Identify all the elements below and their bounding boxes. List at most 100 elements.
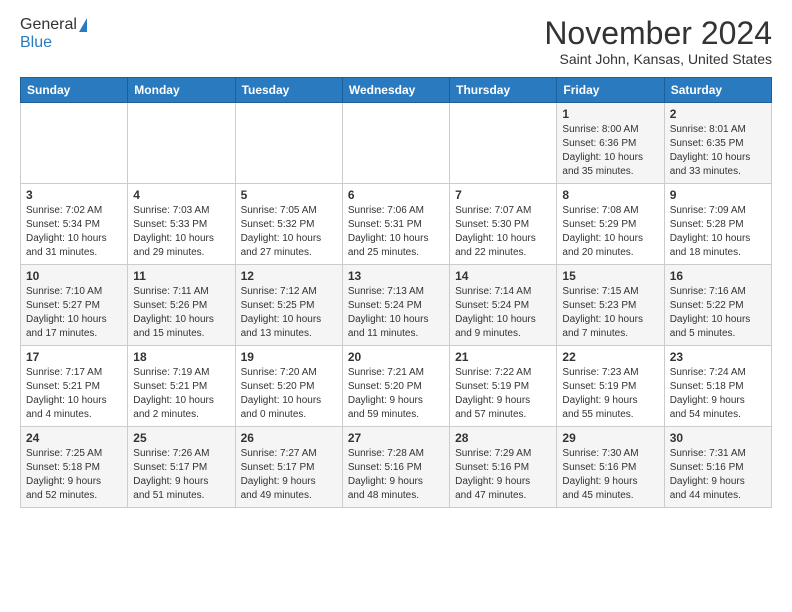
day-number: 5 bbox=[241, 188, 337, 202]
month-title: November 2024 bbox=[544, 16, 772, 51]
day-info: Sunrise: 7:26 AM Sunset: 5:17 PM Dayligh… bbox=[133, 447, 229, 503]
cell-w4-d1: 17 Sunrise: 7:17 AM Sunset: 5:21 PM Dayli… bbox=[21, 346, 128, 427]
day-number: 14 bbox=[455, 269, 551, 283]
cell-w5-d1: 24Sunrise: 7:25 AM Sunset: 5:18 PM Dayli… bbox=[21, 427, 128, 508]
week-row-3: 10 Sunrise: 7:10 AM Sunset: 5:27 PM Dayli… bbox=[21, 265, 772, 346]
header-row: Sunday Monday Tuesday Wednesday Thursday… bbox=[21, 78, 772, 103]
cell-w5-d7: 30 Sunrise: 7:31 AM Sunset: 5:16 PM Dayli… bbox=[664, 427, 771, 508]
day-number: 20 bbox=[348, 350, 444, 364]
day-info: Sunrise: 7:12 AM Sunset: 5:25 PM Dayligh… bbox=[241, 285, 337, 341]
page-container: General Blue November 2024 Saint John, K… bbox=[0, 0, 792, 518]
logo: General Blue bbox=[20, 16, 87, 52]
cell-w2-d2: 4Sunrise: 7:03 AM Sunset: 5:33 PM Daylig… bbox=[128, 184, 235, 265]
day-info: Sunrise: 7:19 AM Sunset: 5:21 PM Dayligh… bbox=[133, 366, 229, 422]
day-number: 25 bbox=[133, 431, 229, 445]
day-number: 2 bbox=[670, 107, 766, 121]
day-info: Sunrise: 7:07 AM Sunset: 5:30 PM Dayligh… bbox=[455, 204, 551, 260]
cell-w2-d3: 5Sunrise: 7:05 AM Sunset: 5:32 PM Daylig… bbox=[235, 184, 342, 265]
day-info: Sunrise: 7:31 AM Sunset: 5:16 PM Dayligh… bbox=[670, 447, 766, 503]
day-info: Sunrise: 7:24 AM Sunset: 5:18 PM Dayligh… bbox=[670, 366, 766, 422]
day-number: 11 bbox=[133, 269, 229, 283]
day-number: 9 bbox=[670, 188, 766, 202]
day-info: Sunrise: 7:29 AM Sunset: 5:16 PM Dayligh… bbox=[455, 447, 551, 503]
day-number: 12 bbox=[241, 269, 337, 283]
day-info: Sunrise: 7:02 AM Sunset: 5:34 PM Dayligh… bbox=[26, 204, 122, 260]
day-info: Sunrise: 7:28 AM Sunset: 5:16 PM Dayligh… bbox=[348, 447, 444, 503]
day-number: 1 bbox=[562, 107, 658, 121]
day-number: 7 bbox=[455, 188, 551, 202]
day-number: 26 bbox=[241, 431, 337, 445]
cell-w2-d6: 8Sunrise: 7:08 AM Sunset: 5:29 PM Daylig… bbox=[557, 184, 664, 265]
col-saturday: Saturday bbox=[664, 78, 771, 103]
col-sunday: Sunday bbox=[21, 78, 128, 103]
col-thursday: Thursday bbox=[450, 78, 557, 103]
day-number: 23 bbox=[670, 350, 766, 364]
day-info: Sunrise: 7:17 AM Sunset: 5:21 PM Dayligh… bbox=[26, 366, 122, 422]
cell-w1-d3 bbox=[235, 103, 342, 184]
cell-w3-d7: 16Sunrise: 7:16 AM Sunset: 5:22 PM Dayli… bbox=[664, 265, 771, 346]
cell-w3-d2: 11 Sunrise: 7:11 AM Sunset: 5:26 PM Dayli… bbox=[128, 265, 235, 346]
cell-w4-d4: 20Sunrise: 7:21 AM Sunset: 5:20 PM Dayli… bbox=[342, 346, 449, 427]
day-number: 21 bbox=[455, 350, 551, 364]
day-info: Sunrise: 7:10 AM Sunset: 5:27 PM Dayligh… bbox=[26, 285, 122, 341]
day-number: 6 bbox=[348, 188, 444, 202]
day-info: Sunrise: 7:13 AM Sunset: 5:24 PM Dayligh… bbox=[348, 285, 444, 341]
week-row-2: 3 Sunrise: 7:02 AM Sunset: 5:34 PM Daylig… bbox=[21, 184, 772, 265]
cell-w1-d6: 1Sunrise: 8:00 AM Sunset: 6:36 PM Daylig… bbox=[557, 103, 664, 184]
cell-w1-d1 bbox=[21, 103, 128, 184]
day-info: Sunrise: 7:27 AM Sunset: 5:17 PM Dayligh… bbox=[241, 447, 337, 503]
day-number: 3 bbox=[26, 188, 122, 202]
day-number: 8 bbox=[562, 188, 658, 202]
col-monday: Monday bbox=[128, 78, 235, 103]
calendar-body: 1Sunrise: 8:00 AM Sunset: 6:36 PM Daylig… bbox=[21, 103, 772, 508]
header: General Blue November 2024 Saint John, K… bbox=[20, 16, 772, 67]
cell-w5-d4: 27Sunrise: 7:28 AM Sunset: 5:16 PM Dayli… bbox=[342, 427, 449, 508]
cell-w1-d2 bbox=[128, 103, 235, 184]
logo-blue-text: Blue bbox=[20, 34, 52, 52]
title-block: November 2024 Saint John, Kansas, United… bbox=[544, 16, 772, 67]
cell-w3-d5: 14Sunrise: 7:14 AM Sunset: 5:24 PM Dayli… bbox=[450, 265, 557, 346]
cell-w3-d4: 13Sunrise: 7:13 AM Sunset: 5:24 PM Dayli… bbox=[342, 265, 449, 346]
cell-w2-d5: 7 Sunrise: 7:07 AM Sunset: 5:30 PM Daylig… bbox=[450, 184, 557, 265]
calendar-table: Sunday Monday Tuesday Wednesday Thursday… bbox=[20, 77, 772, 508]
cell-w2-d7: 9Sunrise: 7:09 AM Sunset: 5:28 PM Daylig… bbox=[664, 184, 771, 265]
cell-w3-d3: 12 Sunrise: 7:12 AM Sunset: 5:25 PM Dayli… bbox=[235, 265, 342, 346]
day-number: 15 bbox=[562, 269, 658, 283]
cell-w3-d6: 15 Sunrise: 7:15 AM Sunset: 5:23 PM Dayli… bbox=[557, 265, 664, 346]
calendar-header: Sunday Monday Tuesday Wednesday Thursday… bbox=[21, 78, 772, 103]
col-tuesday: Tuesday bbox=[235, 78, 342, 103]
cell-w1-d4 bbox=[342, 103, 449, 184]
day-number: 22 bbox=[562, 350, 658, 364]
cell-w3-d1: 10 Sunrise: 7:10 AM Sunset: 5:27 PM Dayli… bbox=[21, 265, 128, 346]
cell-w5-d5: 28 Sunrise: 7:29 AM Sunset: 5:16 PM Dayli… bbox=[450, 427, 557, 508]
cell-w1-d7: 2 Sunrise: 8:01 AM Sunset: 6:35 PM Daylig… bbox=[664, 103, 771, 184]
cell-w4-d2: 18 Sunrise: 7:19 AM Sunset: 5:21 PM Dayli… bbox=[128, 346, 235, 427]
cell-w2-d1: 3 Sunrise: 7:02 AM Sunset: 5:34 PM Daylig… bbox=[21, 184, 128, 265]
logo-general-text: General bbox=[20, 16, 77, 34]
location-subtitle: Saint John, Kansas, United States bbox=[544, 51, 772, 67]
day-number: 16 bbox=[670, 269, 766, 283]
week-row-1: 1Sunrise: 8:00 AM Sunset: 6:36 PM Daylig… bbox=[21, 103, 772, 184]
day-info: Sunrise: 7:23 AM Sunset: 5:19 PM Dayligh… bbox=[562, 366, 658, 422]
day-number: 4 bbox=[133, 188, 229, 202]
day-number: 24 bbox=[26, 431, 122, 445]
day-number: 17 bbox=[26, 350, 122, 364]
day-info: Sunrise: 7:15 AM Sunset: 5:23 PM Dayligh… bbox=[562, 285, 658, 341]
day-info: Sunrise: 7:11 AM Sunset: 5:26 PM Dayligh… bbox=[133, 285, 229, 341]
cell-w4-d3: 19Sunrise: 7:20 AM Sunset: 5:20 PM Dayli… bbox=[235, 346, 342, 427]
cell-w5-d3: 26 Sunrise: 7:27 AM Sunset: 5:17 PM Dayli… bbox=[235, 427, 342, 508]
day-number: 10 bbox=[26, 269, 122, 283]
cell-w5-d2: 25 Sunrise: 7:26 AM Sunset: 5:17 PM Dayli… bbox=[128, 427, 235, 508]
cell-w1-d5 bbox=[450, 103, 557, 184]
day-number: 30 bbox=[670, 431, 766, 445]
day-info: Sunrise: 7:30 AM Sunset: 5:16 PM Dayligh… bbox=[562, 447, 658, 503]
day-info: Sunrise: 7:22 AM Sunset: 5:19 PM Dayligh… bbox=[455, 366, 551, 422]
cell-w5-d6: 29Sunrise: 7:30 AM Sunset: 5:16 PM Dayli… bbox=[557, 427, 664, 508]
cell-w4-d7: 23 Sunrise: 7:24 AM Sunset: 5:18 PM Dayli… bbox=[664, 346, 771, 427]
week-row-4: 17 Sunrise: 7:17 AM Sunset: 5:21 PM Dayli… bbox=[21, 346, 772, 427]
logo-line1: General bbox=[20, 16, 87, 34]
day-info: Sunrise: 8:01 AM Sunset: 6:35 PM Dayligh… bbox=[670, 123, 766, 179]
cell-w2-d4: 6Sunrise: 7:06 AM Sunset: 5:31 PM Daylig… bbox=[342, 184, 449, 265]
day-number: 28 bbox=[455, 431, 551, 445]
day-number: 18 bbox=[133, 350, 229, 364]
